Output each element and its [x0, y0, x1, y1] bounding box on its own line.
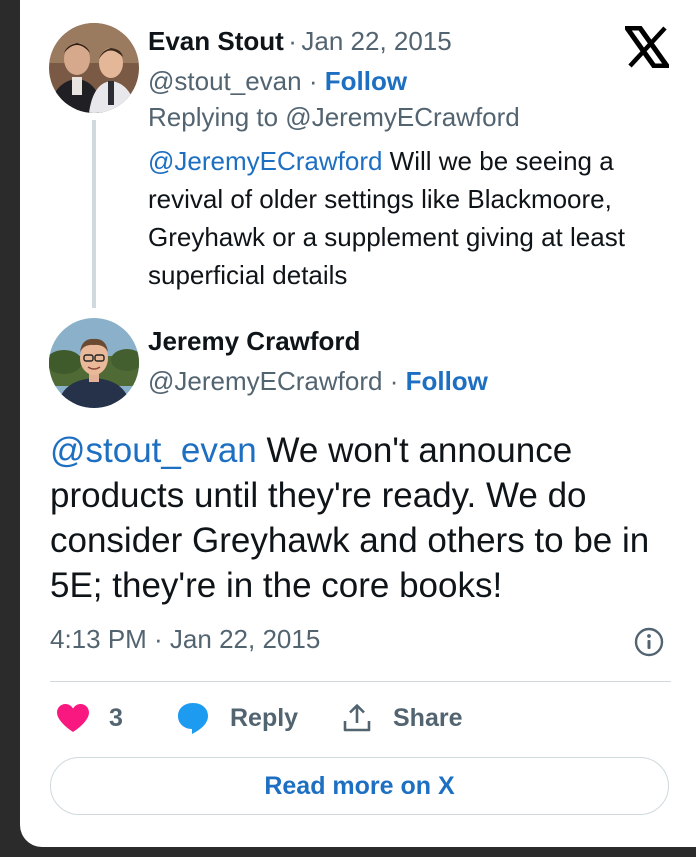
reply-label: Reply	[230, 703, 299, 732]
read-more-label: Read more on X	[264, 771, 455, 800]
x-logo-icon[interactable]	[625, 26, 669, 68]
main-handle-separator: ·	[389, 366, 399, 396]
like-count: 3	[109, 703, 123, 732]
main-handle[interactable]: @JeremyECrawford	[148, 366, 382, 396]
share-button[interactable]: Share	[342, 700, 462, 736]
tweet-timestamp[interactable]: 4:13 PM · Jan 22, 2015	[50, 624, 320, 655]
speech-bubble-icon	[178, 703, 208, 734]
reply-header: Evan Stout · Jan 22, 2015	[148, 26, 452, 57]
reply-handle-row: @stout_evan · Follow	[148, 66, 407, 97]
thread-connector-line	[92, 120, 96, 308]
main-tweet-text: @stout_evan We won't announce products u…	[50, 428, 680, 608]
reply-separator: ·	[288, 26, 297, 56]
main-handle-row: @JeremyECrawford · Follow	[148, 366, 488, 397]
main-mention-link[interactable]: @stout_evan	[50, 431, 257, 470]
like-button[interactable]: 3	[56, 700, 123, 736]
reply-button[interactable]: Reply	[176, 700, 298, 736]
main-follow-link[interactable]: Follow	[406, 366, 488, 396]
reply-mention-link[interactable]: @JeremyECrawford	[148, 146, 382, 176]
heart-icon	[57, 704, 89, 732]
info-icon[interactable]	[634, 627, 664, 657]
read-more-button[interactable]: Read more on X	[50, 757, 669, 815]
replying-to-line: Replying to @JeremyECrawford	[148, 102, 520, 132]
reply-author-name[interactable]: Evan Stout	[148, 26, 284, 56]
avatar-evan-stout[interactable]	[49, 23, 139, 113]
share-upload-icon	[343, 704, 371, 732]
share-label: Share	[393, 703, 463, 732]
reply-date[interactable]: Jan 22, 2015	[301, 26, 451, 56]
actions-divider	[50, 681, 671, 682]
reply-follow-link[interactable]: Follow	[325, 66, 407, 96]
reply-tweet-text: @JeremyECrawford Will we be seeing a rev…	[148, 142, 678, 294]
avatar-jeremy-crawford[interactable]	[49, 318, 139, 408]
reply-handle[interactable]: @stout_evan	[148, 66, 302, 96]
tweet-embed-card: Evan Stout · Jan 22, 2015 @stout_evan · …	[20, 0, 696, 847]
main-author-name[interactable]: Jeremy Crawford	[148, 326, 360, 357]
reply-handle-separator: ·	[308, 66, 318, 96]
